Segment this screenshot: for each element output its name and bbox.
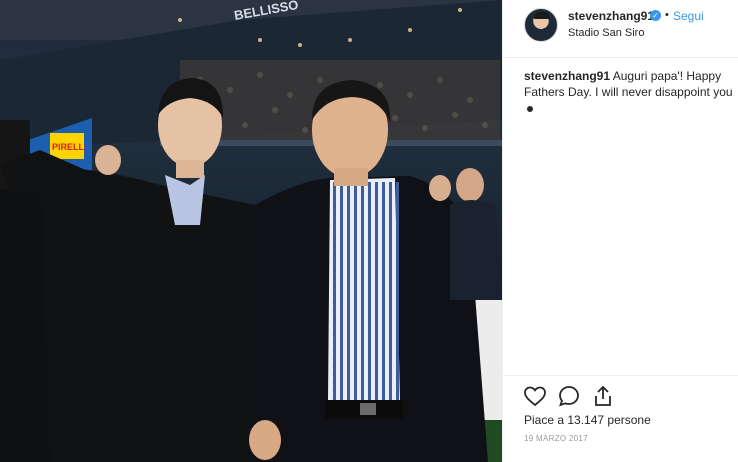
post-photo[interactable]: PIRELLI BELLISSO [0, 0, 502, 462]
comment-bubble-icon[interactable] [557, 384, 581, 408]
share-upload-icon[interactable] [591, 384, 615, 408]
avatar[interactable] [524, 8, 558, 42]
post-caption: stevenzhang91 Auguri papa'! Happy Father… [524, 68, 736, 116]
pirelli-banner-text: PIRELLI [52, 142, 87, 152]
header-username[interactable]: stevenzhang91 [568, 9, 654, 23]
post-sidebar: stevenzhang91 ✓ • Segui Stadio San Siro … [502, 0, 738, 462]
separator-dot: • [665, 9, 669, 21]
caption-username[interactable]: stevenzhang91 [524, 69, 610, 83]
post-header: stevenzhang91 ✓ • Segui Stadio San Siro [503, 0, 738, 58]
photo-scene: PIRELLI BELLISSO [0, 0, 502, 462]
likes-count[interactable]: Piace a 13.147 persone [524, 413, 651, 427]
post-actions: Piace a 13.147 persone 19 MARZO 2017 [503, 375, 738, 462]
post-date: 19 MARZO 2017 [524, 434, 588, 443]
verified-check-icon: ✓ [650, 10, 661, 21]
location-link[interactable]: Stadio San Siro [568, 27, 644, 39]
follow-button[interactable]: Segui [673, 9, 704, 23]
heart-outline-icon[interactable] [523, 384, 547, 408]
emoji-dot-icon [527, 105, 533, 112]
